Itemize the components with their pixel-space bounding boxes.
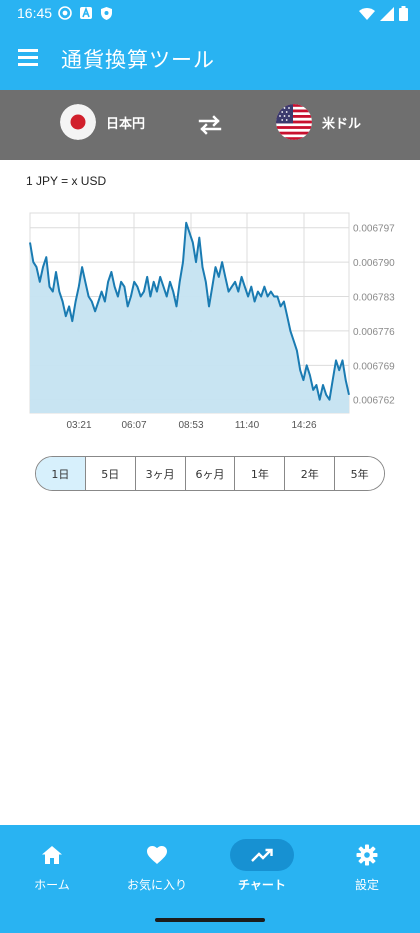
- exchange-rate-chart[interactable]: 0.006797 0.006790 0.006783 0.006776 0.006769…: [0, 200, 420, 440]
- to-currency-label: 米ドル: [322, 116, 362, 132]
- status-time: 16:45: [17, 5, 53, 21]
- chart-y-tick-label: 0.006776: [353, 327, 395, 338]
- from-currency-label: 日本円: [106, 116, 146, 132]
- app-notification-icon: [58, 6, 72, 20]
- shield-icon: [101, 7, 112, 20]
- chart-x-ticks: 03:21 06:07 08:53 11:40 14:26: [66, 420, 316, 431]
- chart-x-tick-label: 03:21: [66, 420, 91, 431]
- chart-y-tick-label: 0.006762: [353, 396, 395, 407]
- range-option[interactable]: 3ヶ月: [134, 457, 185, 490]
- nav-label-chart: チャート: [238, 878, 286, 892]
- range-option[interactable]: 1日: [36, 457, 85, 490]
- nav-item-settings[interactable]: 設定: [319, 839, 415, 893]
- chart-x-tick-label: 08:53: [178, 420, 203, 431]
- nav-label-favorites: お気に入り: [126, 878, 187, 892]
- signal-icon: [380, 6, 394, 21]
- chart-y-tick-label: 0.006797: [353, 224, 395, 235]
- heart-icon: [147, 846, 167, 864]
- chart-x-tick-label: 06:07: [121, 420, 146, 431]
- app-title: 通貨換算ツール: [61, 48, 215, 72]
- swap-arrows-icon[interactable]: [197, 112, 223, 138]
- nav-label-home: ホーム: [34, 878, 70, 892]
- japan-flag-icon: [60, 104, 96, 140]
- range-option[interactable]: 5年: [334, 457, 384, 490]
- time-range-selector: 1日 5日 3ヶ月 6ヶ月 1年 2年 5年: [35, 456, 385, 491]
- gear-icon: [356, 844, 378, 866]
- range-option[interactable]: 5日: [84, 457, 135, 490]
- app-bar: 通貨換算ツール: [0, 28, 420, 90]
- trending-up-icon: [251, 848, 273, 862]
- home-indicator[interactable]: [155, 918, 265, 922]
- nav-item-home[interactable]: ホーム: [4, 839, 100, 893]
- chart-y-ticks: 0.006797 0.006790 0.006783 0.006776 0.006769…: [353, 224, 395, 407]
- chart-x-tick-label: 14:26: [291, 420, 316, 431]
- text-a-icon: [80, 6, 92, 19]
- nav-label-settings: 設定: [354, 878, 379, 892]
- from-currency-selector[interactable]: 日本円: [60, 104, 145, 140]
- status-bar: 16:45: [0, 0, 420, 28]
- chart-y-tick-label: 0.006769: [353, 361, 395, 372]
- range-option[interactable]: 1年: [234, 457, 285, 490]
- range-option[interactable]: 6ヶ月: [184, 457, 235, 490]
- chart-y-tick-label: 0.006790: [353, 258, 395, 269]
- rate-label: 1 JPY = x USD: [26, 174, 107, 188]
- chart-x-tick-label: 11:40: [235, 420, 260, 431]
- nav-item-chart[interactable]: チャート: [214, 839, 310, 893]
- bottom-nav: ホーム お気に入り チャート 設定: [0, 825, 420, 933]
- us-flag-icon: [276, 104, 312, 140]
- currency-bar: 日本円 米ドル: [0, 90, 420, 160]
- range-option[interactable]: 2年: [284, 457, 335, 490]
- menu-icon[interactable]: [18, 49, 38, 66]
- home-icon: [42, 846, 62, 864]
- status-icons-right: [359, 6, 408, 21]
- chart-y-tick-label: 0.006783: [353, 293, 395, 304]
- battery-icon: [399, 6, 408, 21]
- status-icons-left: [58, 6, 113, 21]
- nav-item-favorites[interactable]: お気に入り: [109, 839, 205, 893]
- to-currency-selector[interactable]: 米ドル: [276, 104, 361, 140]
- wifi-icon: [359, 7, 375, 20]
- active-nav-pill: [230, 839, 294, 871]
